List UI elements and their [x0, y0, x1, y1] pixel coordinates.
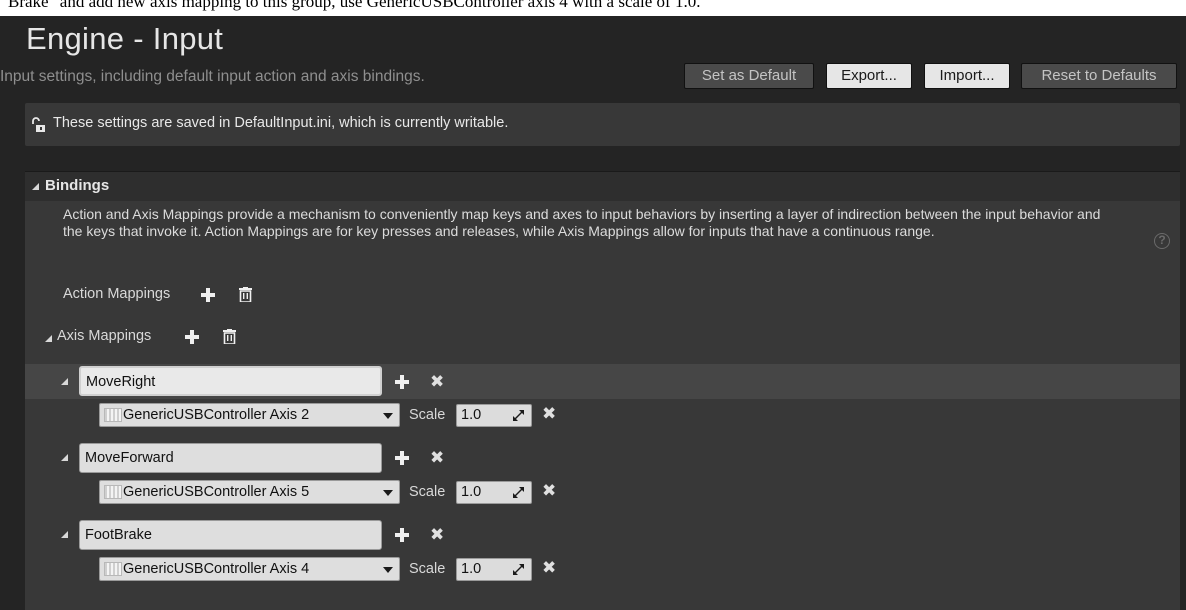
expand-arrow-icon[interactable]: [32, 183, 39, 190]
reset-to-defaults-button[interactable]: Reset to Defaults: [1021, 63, 1177, 89]
add-key-icon[interactable]: [395, 528, 409, 542]
remove-mapping-icon[interactable]: ✖: [430, 526, 444, 543]
axis-mapping-row: FootBrake ✖: [25, 518, 1180, 553]
drag-scale-icon[interactable]: [512, 409, 525, 422]
clear-axis-mappings-icon[interactable]: [223, 329, 236, 344]
scale-value: 1.0: [461, 407, 482, 423]
key-selector-value: GenericUSBController Axis 2: [123, 407, 310, 423]
key-selector-value: GenericUSBController Axis 4: [123, 561, 310, 577]
axis-key-row: GenericUSBController Axis 4 Scale 1.0 ✖: [25, 553, 1180, 587]
scale-input[interactable]: 1.0: [456, 481, 532, 504]
axis-name-input[interactable]: FootBrake: [79, 520, 382, 550]
axis-mapping-row: MoveForward ✖: [25, 441, 1180, 476]
import-button[interactable]: Import...: [924, 63, 1010, 89]
set-as-default-button[interactable]: Set as Default: [684, 63, 814, 89]
clear-action-mappings-icon[interactable]: [239, 287, 252, 302]
drag-scale-icon[interactable]: [512, 563, 525, 576]
notice-text: These settings are saved in DefaultInput…: [53, 115, 509, 131]
gamepad-key-icon: [104, 408, 122, 422]
page-title: Engine - Input: [26, 21, 224, 56]
export-button[interactable]: Export...: [826, 63, 912, 89]
drag-scale-icon[interactable]: [512, 486, 525, 499]
axis-mapping-row: MoveRight ✖: [25, 364, 1180, 399]
dropdown-arrow-icon: [383, 490, 393, 496]
bindings-description: Action and Axis Mappings provide a mecha…: [63, 206, 1101, 239]
scale-input[interactable]: 1.0: [456, 404, 532, 427]
scale-label: Scale: [409, 407, 446, 423]
add-axis-mapping-icon[interactable]: [185, 330, 199, 344]
bindings-title: Bindings: [45, 177, 110, 194]
bindings-header[interactable]: Bindings: [25, 171, 1180, 201]
key-selector-dropdown[interactable]: GenericUSBController Axis 4: [99, 557, 400, 581]
axis-mappings-expand-icon[interactable]: [45, 335, 52, 342]
remove-key-icon[interactable]: ✖: [542, 482, 556, 499]
add-key-icon[interactable]: [395, 451, 409, 465]
action-mappings-label: Action Mappings: [63, 286, 171, 302]
bindings-section: Bindings Action and Axis Mappings provid…: [25, 171, 1180, 610]
add-key-icon[interactable]: [395, 375, 409, 389]
document-text: Brake" and add new axis mapping to this …: [8, 0, 701, 11]
axis-name-input[interactable]: MoveForward: [79, 443, 382, 473]
key-selector-value: GenericUSBController Axis 5: [123, 484, 310, 500]
unlocked-lock-icon: [32, 117, 45, 132]
settings-panel: Engine - Input Input settings, including…: [0, 16, 1186, 610]
add-action-mapping-icon[interactable]: [201, 288, 215, 302]
remove-key-icon[interactable]: ✖: [542, 405, 556, 422]
scale-input[interactable]: 1.0: [456, 558, 532, 581]
scale-value: 1.0: [461, 561, 482, 577]
scale-label: Scale: [409, 561, 446, 577]
axis-name-input[interactable]: MoveRight: [79, 366, 382, 396]
document-text-strip: Brake" and add new axis mapping to this …: [0, 0, 1186, 16]
axis-key-row: GenericUSBController Axis 2 Scale 1.0 ✖: [25, 399, 1180, 433]
scale-label: Scale: [409, 484, 446, 500]
axis-mapping-expand-icon[interactable]: [61, 454, 68, 461]
gamepad-key-icon: [104, 562, 122, 576]
config-notice: These settings are saved in DefaultInput…: [25, 103, 1180, 146]
axis-mapping-expand-icon[interactable]: [61, 378, 68, 385]
axis-mapping-expand-icon[interactable]: [61, 531, 68, 538]
axis-key-row: GenericUSBController Axis 5 Scale 1.0 ✖: [25, 476, 1180, 510]
dropdown-arrow-icon: [383, 413, 393, 419]
remove-mapping-icon[interactable]: ✖: [430, 373, 444, 390]
axis-mappings-label: Axis Mappings: [57, 328, 152, 344]
gamepad-key-icon: [104, 485, 122, 499]
remove-mapping-icon[interactable]: ✖: [430, 449, 444, 466]
page-subtitle: Input settings, including default input …: [0, 68, 425, 85]
key-selector-dropdown[interactable]: GenericUSBController Axis 2: [99, 403, 400, 427]
dropdown-arrow-icon: [383, 567, 393, 573]
key-selector-dropdown[interactable]: GenericUSBController Axis 5: [99, 480, 400, 504]
scale-value: 1.0: [461, 484, 482, 500]
remove-key-icon[interactable]: ✖: [542, 559, 556, 576]
help-icon[interactable]: ?: [1154, 233, 1170, 249]
